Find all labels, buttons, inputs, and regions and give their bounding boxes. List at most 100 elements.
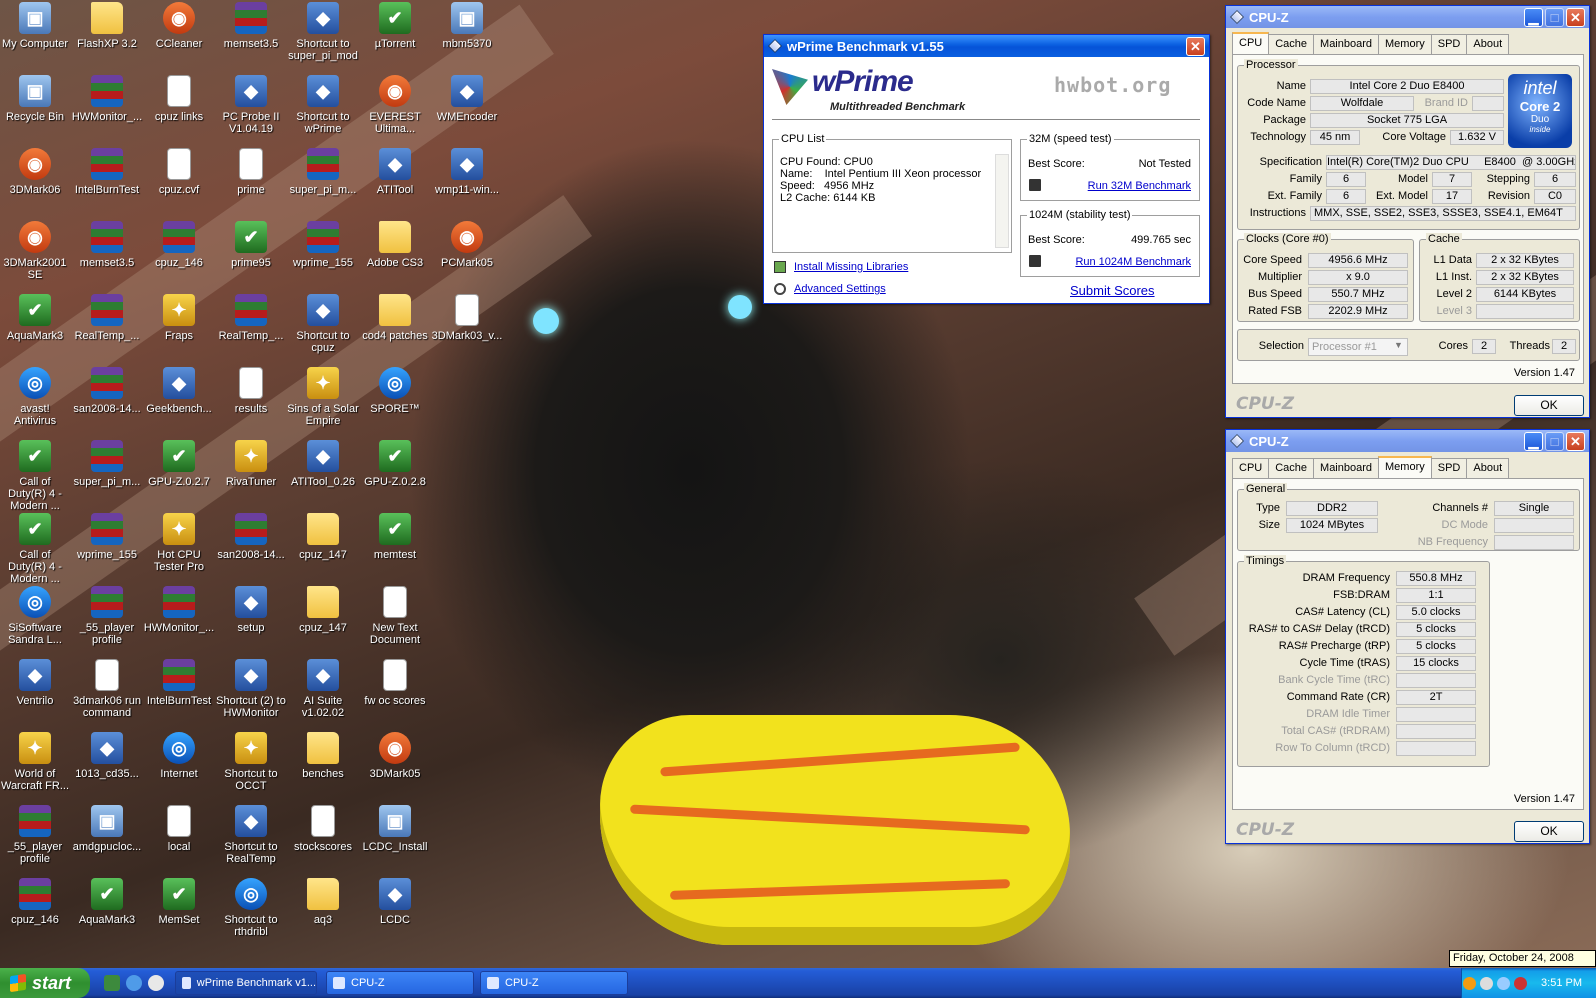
desktop-icon[interactable]: IntelBurnTest bbox=[143, 659, 215, 707]
task-cpuz-2[interactable]: CPU-Z bbox=[480, 971, 628, 995]
ie-icon[interactable] bbox=[126, 975, 142, 991]
minimize-button[interactable]: ▁ bbox=[1524, 7, 1543, 27]
start-button[interactable]: start bbox=[0, 968, 90, 998]
desktop-icon[interactable]: ✦ Shortcut to OCCT bbox=[215, 732, 287, 792]
task-wprime[interactable]: wPrime Benchmark v1... bbox=[175, 971, 317, 995]
desktop-icon[interactable]: ≡ results bbox=[215, 367, 287, 415]
desktop-icon[interactable]: ≡ New Text Document bbox=[359, 586, 431, 646]
desktop-icon[interactable]: ✦ Hot CPU Tester Pro bbox=[143, 513, 215, 573]
tab-spd[interactable]: SPD bbox=[1430, 458, 1468, 478]
minimize-button[interactable]: ▁ bbox=[1524, 431, 1543, 451]
desktop-icon[interactable]: ≡ cpuz links bbox=[143, 75, 215, 123]
desktop-icon[interactable]: ✔ GPU-Z.0.2.8 bbox=[359, 440, 431, 488]
desktop-icon[interactable]: ≡ prime bbox=[215, 148, 287, 196]
desktop-icon[interactable]: ✔ prime95 bbox=[215, 221, 287, 269]
desktop-icon[interactable]: ✔ MemSet bbox=[143, 878, 215, 926]
desktop-icon[interactable]: ◆ PC Probe II V1.04.19 bbox=[215, 75, 287, 135]
quicklaunch-icon[interactable] bbox=[104, 975, 120, 991]
desktop-icon[interactable]: ▣ mbm5370 bbox=[431, 2, 503, 50]
desktop-icon[interactable]: ◆ Ventrilo bbox=[0, 659, 71, 707]
desktop-icon[interactable]: ✦ Fraps bbox=[143, 294, 215, 342]
desktop-icon[interactable]: ≡ fw oc scores bbox=[359, 659, 431, 707]
desktop-icon[interactable]: ✦ RivaTuner bbox=[215, 440, 287, 488]
desktop-icon[interactable]: cpuz_147 bbox=[287, 513, 359, 561]
desktop-icon[interactable]: ◆ ATITool bbox=[359, 148, 431, 196]
desktop-icon[interactable]: HWMonitor_... bbox=[143, 586, 215, 634]
desktop-icon[interactable]: Adobe CS3 bbox=[359, 221, 431, 269]
submit-scores-link[interactable]: Submit Scores bbox=[1070, 283, 1155, 298]
task-cpuz-1[interactable]: CPU-Z bbox=[326, 971, 474, 995]
network-icon[interactable] bbox=[1497, 976, 1511, 990]
desktop-icon[interactable]: FlashXP 3.2 bbox=[71, 2, 143, 50]
desktop-icon[interactable]: super_pi_m... bbox=[71, 440, 143, 488]
install-missing-libraries-link[interactable]: Install Missing Libraries bbox=[794, 261, 908, 273]
media-player-icon[interactable] bbox=[148, 975, 164, 991]
desktop-icon[interactable]: ✦ Sins of a Solar Empire bbox=[287, 367, 359, 427]
desktop-icon[interactable]: ≡ 3DMark03_v... bbox=[431, 294, 503, 342]
desktop-icon[interactable]: HWMonitor_... bbox=[71, 75, 143, 123]
desktop-icon[interactable]: ◎ avast! Antivirus bbox=[0, 367, 71, 427]
desktop-icon[interactable]: benches bbox=[287, 732, 359, 780]
tray-icon[interactable] bbox=[1463, 976, 1477, 990]
desktop-icon[interactable]: ✔ Call of Duty(R) 4 - Modern ... bbox=[0, 513, 71, 585]
desktop-icon[interactable]: ◉ EVEREST Ultima... bbox=[359, 75, 431, 135]
desktop-icon[interactable]: ≡ 3dmark06 run command bbox=[71, 659, 143, 719]
desktop-icon[interactable]: ▣ LCDC_Install bbox=[359, 805, 431, 853]
desktop-icon[interactable]: ▣ My Computer bbox=[0, 2, 71, 50]
desktop-icon[interactable]: ◎ Internet bbox=[143, 732, 215, 780]
desktop-icon[interactable]: memset3.5 bbox=[215, 2, 287, 50]
tab-about[interactable]: About bbox=[1466, 458, 1510, 478]
wprime-titlebar[interactable]: wPrime Benchmark v1.55 ✕ bbox=[764, 35, 1209, 57]
desktop-icon[interactable]: ◆ ATITool_0.26 bbox=[287, 440, 359, 488]
desktop-icon[interactable]: ◆ Shortcut to cpuz bbox=[287, 294, 359, 354]
desktop-icon[interactable]: ▣ Recycle Bin bbox=[0, 75, 71, 123]
desktop-icon[interactable]: _55_player profile bbox=[71, 586, 143, 646]
cpuz-memory-titlebar[interactable]: CPU-Z ▁ □ ✕ bbox=[1226, 430, 1589, 452]
cpu-list-scrollbar[interactable] bbox=[995, 154, 1009, 248]
desktop-icon[interactable]: wprime_155 bbox=[287, 221, 359, 269]
desktop-icon[interactable]: ◆ setup bbox=[215, 586, 287, 634]
desktop-icon[interactable]: ◎ SiSoftware Sandra L... bbox=[0, 586, 71, 646]
desktop-icon[interactable]: memset3.5 bbox=[71, 221, 143, 269]
tray-icon[interactable] bbox=[1514, 976, 1528, 990]
desktop-icon[interactable]: wprime_155 bbox=[71, 513, 143, 561]
desktop-icon[interactable]: RealTemp_... bbox=[71, 294, 143, 342]
desktop-icon[interactable]: ◆ Shortcut to RealTemp bbox=[215, 805, 287, 865]
tab-memory[interactable]: Memory bbox=[1378, 34, 1432, 54]
advanced-settings-link[interactable]: Advanced Settings bbox=[794, 283, 886, 295]
tab-mainboard[interactable]: Mainboard bbox=[1313, 34, 1380, 54]
run-32m-benchmark-link[interactable]: Run 32M Benchmark bbox=[1088, 180, 1191, 192]
desktop-icon[interactable]: ◆ Shortcut (2) to HWMonitor bbox=[215, 659, 287, 719]
desktop-icon[interactable]: ◆ AI Suite v1.02.02 bbox=[287, 659, 359, 719]
desktop-icon[interactable]: ◆ 1013_cd35... bbox=[71, 732, 143, 780]
desktop-icon[interactable]: super_pi_m... bbox=[287, 148, 359, 196]
desktop-icon[interactable]: ◆ LCDC bbox=[359, 878, 431, 926]
desktop-icon[interactable]: ✔ µTorrent bbox=[359, 2, 431, 50]
desktop-icon[interactable]: ◎ SPORE™ bbox=[359, 367, 431, 415]
desktop-icon[interactable]: ◉ 3DMark2001 SE bbox=[0, 221, 71, 281]
desktop-icon[interactable]: ◆ Shortcut to wPrime bbox=[287, 75, 359, 135]
desktop-icon[interactable]: ◆ Shortcut to super_pi_mod bbox=[287, 2, 359, 62]
desktop-icon[interactable]: ✔ GPU-Z.0.2.7 bbox=[143, 440, 215, 488]
tab-memory[interactable]: Memory bbox=[1378, 456, 1432, 478]
processor-select[interactable]: Processor #1 bbox=[1308, 338, 1408, 356]
desktop-icon[interactable]: ◉ PCMark05 bbox=[431, 221, 503, 269]
tab-about[interactable]: About bbox=[1466, 34, 1510, 54]
desktop-icon[interactable]: cpuz_146 bbox=[0, 878, 71, 926]
ok-button[interactable]: OK bbox=[1514, 395, 1584, 416]
desktop-icon[interactable]: ✔ Call of Duty(R) 4 - Modern ... bbox=[0, 440, 71, 512]
desktop-icon[interactable]: ◆ WMEncoder bbox=[431, 75, 503, 123]
desktop-icon[interactable]: ◉ 3DMark06 bbox=[0, 148, 71, 196]
desktop-icon[interactable]: ◆ wmp11-win... bbox=[431, 148, 503, 196]
close-button[interactable]: ✕ bbox=[1186, 36, 1205, 56]
desktop-icon[interactable]: RealTemp_... bbox=[215, 294, 287, 342]
tab-cpu[interactable]: CPU bbox=[1232, 32, 1270, 54]
tab-mainboard[interactable]: Mainboard bbox=[1313, 458, 1380, 478]
desktop-icon[interactable]: ◉ 3DMark05 bbox=[359, 732, 431, 780]
desktop-icon[interactable]: cod4 patches bbox=[359, 294, 431, 342]
desktop-icon[interactable]: ✔ AquaMark3 bbox=[71, 878, 143, 926]
ok-button[interactable]: OK bbox=[1514, 821, 1584, 842]
desktop-icon[interactable]: ≡ cpuz.cvf bbox=[143, 148, 215, 196]
tab-cache[interactable]: Cache bbox=[1268, 458, 1315, 478]
tab-spd[interactable]: SPD bbox=[1430, 34, 1468, 54]
